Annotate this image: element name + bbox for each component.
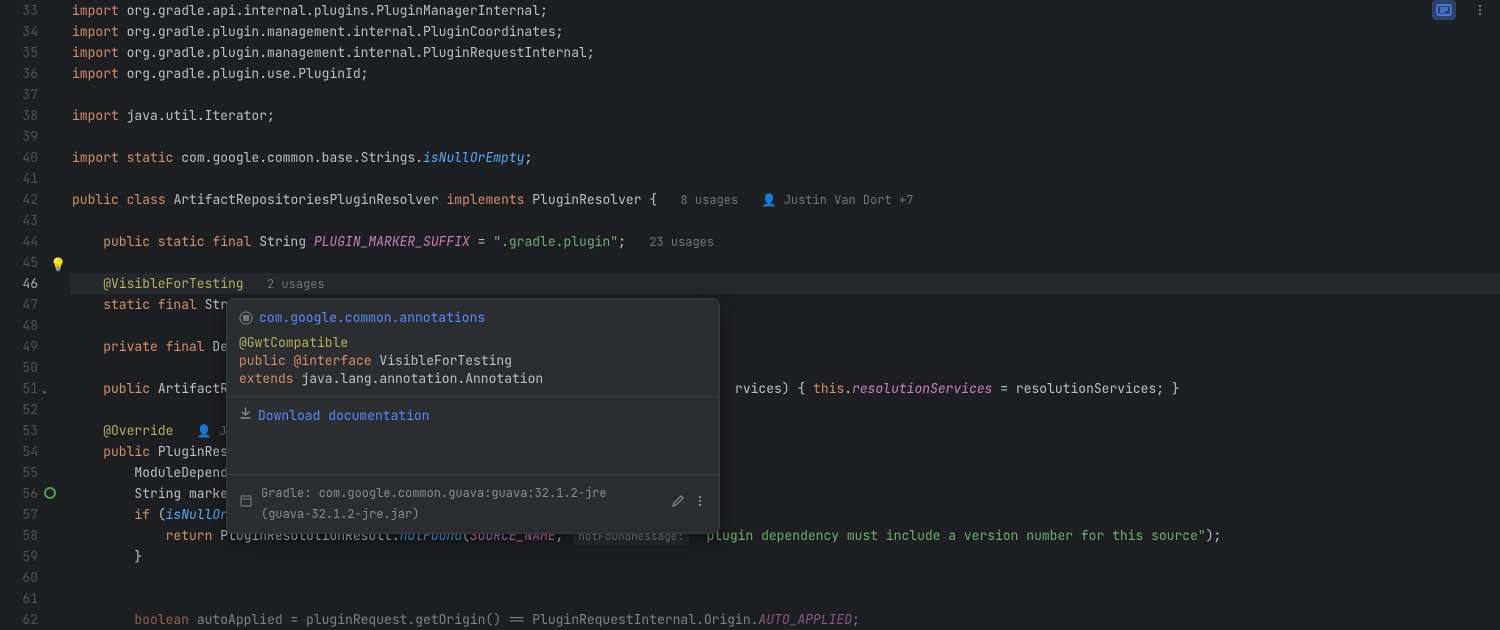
line-number[interactable]: 40 bbox=[0, 147, 38, 168]
fold-chevron-icon[interactable]: ▸ bbox=[42, 382, 48, 403]
line-number[interactable]: 52 bbox=[0, 399, 38, 420]
line-number[interactable]: 43 bbox=[0, 210, 38, 231]
code-line: import org.gradle.plugin.use.PluginId; bbox=[70, 63, 1500, 84]
line-number[interactable]: 42 bbox=[0, 189, 38, 210]
popup-declaration: @GwtCompatible public @interface Visible… bbox=[227, 332, 719, 396]
line-number[interactable]: 45 bbox=[0, 252, 38, 273]
reader-mode-icon[interactable] bbox=[1432, 0, 1456, 20]
line-number[interactable]: 41 bbox=[0, 168, 38, 189]
override-gutter-icon[interactable] bbox=[44, 487, 56, 499]
line-number[interactable]: 53 bbox=[0, 420, 38, 441]
popup-footer: Gradle: com.google.common.guava:guava:32… bbox=[227, 474, 719, 533]
gutter-icons: 💡 ▸ bbox=[50, 0, 70, 600]
code-line bbox=[70, 168, 1500, 189]
code-line: import org.gradle.plugin.management.inte… bbox=[70, 21, 1500, 42]
line-number[interactable]: 37 bbox=[0, 84, 38, 105]
line-number[interactable]: 54 bbox=[0, 441, 38, 462]
quick-doc-popup[interactable]: com.google.common.annotations @GwtCompat… bbox=[226, 298, 720, 534]
code-line: public static final String PLUGIN_MARKER… bbox=[70, 231, 1500, 252]
code-line: import java.util.Iterator; bbox=[70, 105, 1500, 126]
more-editor-icon[interactable] bbox=[1468, 0, 1492, 20]
download-doc-link[interactable]: Download documentation bbox=[227, 397, 719, 434]
package-link[interactable]: com.google.common.annotations bbox=[259, 307, 485, 328]
line-number[interactable]: 35 bbox=[0, 42, 38, 63]
line-number[interactable]: 34 bbox=[0, 21, 38, 42]
line-number[interactable]: 59 bbox=[0, 546, 38, 567]
code-line bbox=[70, 588, 1500, 609]
line-number[interactable]: 47 bbox=[0, 294, 38, 315]
line-number[interactable]: 51 bbox=[0, 378, 38, 399]
code-line bbox=[70, 210, 1500, 231]
download-icon bbox=[239, 405, 252, 426]
usages-hint[interactable]: 2 usages bbox=[267, 276, 325, 292]
line-number[interactable]: 38 bbox=[0, 105, 38, 126]
line-number[interactable]: 50 bbox=[0, 357, 38, 378]
line-number[interactable]: 33 bbox=[0, 0, 38, 21]
line-number[interactable]: 61 bbox=[0, 588, 38, 609]
code-line bbox=[70, 126, 1500, 147]
code-line: import static com.google.common.base.Str… bbox=[70, 147, 1500, 168]
code-line: import org.gradle.plugin.management.inte… bbox=[70, 42, 1500, 63]
line-number-gutter: 3334353637383940414243444546474849505152… bbox=[0, 0, 50, 600]
code-line: boolean autoApplied = pluginRequest.getO… bbox=[70, 609, 1500, 630]
popup-package-link[interactable]: com.google.common.annotations bbox=[227, 299, 719, 332]
intention-bulb-icon[interactable]: 💡 bbox=[50, 254, 66, 275]
library-icon bbox=[239, 494, 253, 515]
author-hint[interactable]: 👤 Justin Van Dort +7 bbox=[762, 192, 914, 208]
line-number[interactable]: 44 bbox=[0, 231, 38, 252]
edit-icon[interactable] bbox=[671, 494, 685, 515]
line-number[interactable]: 48 bbox=[0, 315, 38, 336]
code-line bbox=[70, 252, 1500, 273]
more-icon[interactable] bbox=[693, 494, 707, 515]
code-line: public class ArtifactRepositoriesPluginR… bbox=[70, 189, 1500, 210]
usages-hint[interactable]: 23 usages bbox=[649, 234, 714, 250]
code-line: } bbox=[70, 546, 1500, 567]
line-number[interactable]: 56 bbox=[0, 483, 38, 504]
code-editor[interactable]: 3334353637383940414243444546474849505152… bbox=[0, 0, 1500, 600]
line-number[interactable]: 58 bbox=[0, 525, 38, 546]
code-line-active: @VisibleForTesting 2 usages bbox=[70, 273, 1500, 294]
line-number[interactable]: 62 bbox=[0, 609, 38, 630]
line-number[interactable]: 39 bbox=[0, 126, 38, 147]
usages-hint[interactable]: 8 usages bbox=[681, 192, 739, 208]
line-number[interactable]: 36 bbox=[0, 63, 38, 84]
package-icon bbox=[239, 311, 253, 325]
code-line bbox=[70, 567, 1500, 588]
line-number[interactable]: 49 bbox=[0, 336, 38, 357]
library-source-label: Gradle: com.google.common.guava:guava:32… bbox=[261, 483, 655, 525]
line-number[interactable]: 46 bbox=[0, 273, 38, 294]
code-line: import org.gradle.api.internal.plugins.P… bbox=[70, 0, 1500, 21]
editor-top-right-toolbar bbox=[1432, 0, 1492, 20]
line-number[interactable]: 57 bbox=[0, 504, 38, 525]
code-line bbox=[70, 84, 1500, 105]
line-number[interactable]: 60 bbox=[0, 567, 38, 588]
line-number[interactable]: 55 bbox=[0, 462, 38, 483]
